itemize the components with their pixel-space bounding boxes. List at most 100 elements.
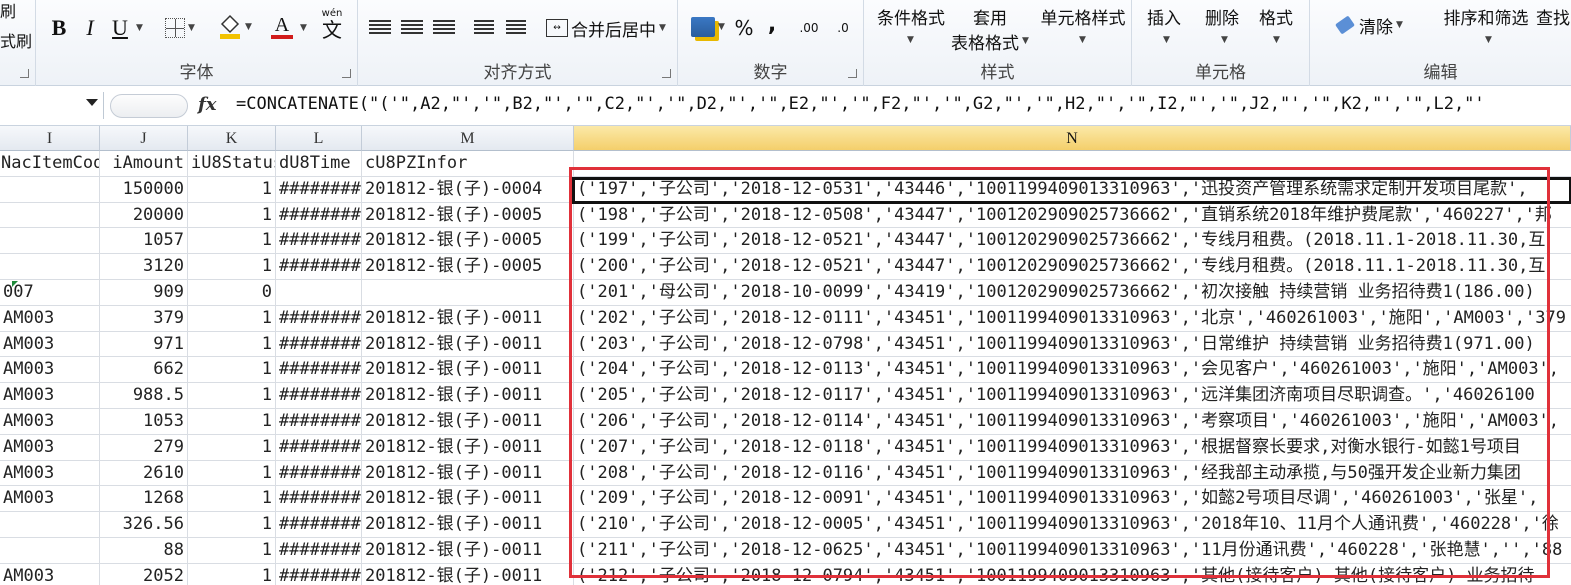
cell-pz-info[interactable]: 201812-银(子)-0011	[362, 305, 574, 332]
cell-item-code[interactable]: AM003	[0, 305, 100, 332]
decrease-indent-button[interactable]	[470, 16, 498, 40]
cell-time[interactable]: ########	[276, 383, 362, 409]
cell-item-code[interactable]	[0, 538, 100, 564]
cell-concat[interactable]: ('204','子公司','2018-12-0113','43451','100…	[574, 357, 1571, 384]
underline-button[interactable]: U	[108, 14, 132, 42]
header-cell-status[interactable]: iU8Status	[188, 151, 276, 177]
percent-button[interactable]: %	[732, 14, 756, 42]
cell-pz-info[interactable]: 201812-银(子)-0011	[362, 331, 574, 358]
format-button[interactable]: 格式	[1252, 4, 1300, 29]
fill-color-button[interactable]: ▼	[214, 12, 256, 42]
italic-button[interactable]: I	[78, 14, 102, 42]
cell-time[interactable]: ########	[276, 202, 362, 229]
header-cell-amount[interactable]: iAmount	[100, 151, 188, 177]
cell-status[interactable]: 1	[188, 460, 276, 487]
comma-style-button[interactable]: ,	[762, 10, 782, 38]
cell-status[interactable]: 1	[188, 409, 276, 435]
cell-amount[interactable]: 20000	[100, 202, 188, 229]
cell-pz-info[interactable]: 201812-银(子)-0011	[362, 538, 574, 564]
cell-pz-info[interactable]: 201812-银(子)-0011	[362, 434, 574, 461]
cell-time[interactable]: ########	[276, 305, 362, 332]
cell-pz-info[interactable]: 201812-银(子)-0005	[362, 202, 574, 229]
cell-time[interactable]: ########	[276, 357, 362, 384]
formula-expand-handle[interactable]	[110, 94, 188, 118]
find-select-button[interactable]: 查找	[1536, 4, 1571, 29]
column-header-J[interactable]: J	[100, 126, 188, 151]
cell-status[interactable]: 1	[188, 228, 276, 255]
cell-amount[interactable]: 88	[100, 538, 188, 564]
cell-concat[interactable]: ('205','子公司','2018-12-0117','43451','100…	[574, 383, 1571, 409]
align-right-button[interactable]	[430, 16, 458, 40]
cell-concat[interactable]: ('203','子公司','2018-12-0798','43451','100…	[574, 332, 1571, 358]
cell-item-code[interactable]: AM003	[0, 409, 100, 435]
cell-time[interactable]: ########	[276, 228, 362, 255]
column-header-K[interactable]: K	[188, 126, 276, 151]
column-header-I[interactable]: I	[0, 126, 100, 151]
cell-amount[interactable]: 1057	[100, 228, 188, 255]
cell-pz-info[interactable]: 201812-银(子)-0011	[362, 563, 574, 585]
clear-button[interactable]: 清除 ▼	[1322, 12, 1418, 38]
border-button[interactable]: ▼	[162, 16, 198, 40]
cell-concat[interactable]: ('212','子公司','2018-12-0794','43451','100…	[574, 564, 1571, 585]
cell-pz-info[interactable]: 201812-银(子)-0011	[362, 357, 574, 384]
align-center-button[interactable]	[398, 16, 426, 40]
cell-pz-info[interactable]	[362, 280, 574, 306]
cell-amount[interactable]: 150000	[100, 176, 188, 203]
cell-pz-info[interactable]: 201812-银(子)-0005	[362, 254, 574, 280]
merge-center-button[interactable]: ↔ 合并后居中 ▼	[538, 14, 674, 42]
cell-amount[interactable]: 1268	[100, 486, 188, 513]
clipboard-launcher-icon[interactable]	[20, 69, 29, 78]
cell-item-code[interactable]: AM003	[0, 331, 100, 358]
insert-function-icon[interactable]: fx	[198, 94, 216, 115]
cell-status[interactable]: 1	[188, 563, 276, 585]
cell-concat[interactable]: ('209','子公司','2018-12-0091','43451','100…	[574, 486, 1571, 513]
cell-time[interactable]: ########	[276, 434, 362, 461]
cell-concat[interactable]: ('208','子公司','2018-12-0116','43451','100…	[574, 461, 1571, 487]
cell-status[interactable]: 1	[188, 331, 276, 358]
cell-time[interactable]	[276, 280, 362, 306]
cell-item-code[interactable]: AM003	[0, 460, 100, 487]
font-color-dropdown-icon[interactable]: ▼	[296, 22, 308, 34]
delete-button[interactable]: 删除	[1198, 4, 1246, 29]
cell-status[interactable]: 1	[188, 176, 276, 203]
cell-styles-dropdown-icon[interactable]: ▼	[1074, 34, 1088, 46]
cell-time[interactable]: ########	[276, 512, 362, 538]
column-header-M[interactable]: M	[362, 126, 574, 151]
cell-status[interactable]: 1	[188, 305, 276, 332]
phonetic-button[interactable]: wén 文	[312, 8, 352, 42]
cell-time[interactable]: ########	[276, 460, 362, 487]
cell-amount[interactable]: 326.56	[100, 512, 188, 538]
cell-item-code[interactable]	[0, 176, 100, 203]
cell-pz-info[interactable]: 201812-银(子)-0011	[362, 383, 574, 409]
sort-filter-button[interactable]: 排序和筛选	[1438, 4, 1534, 29]
conditional-format-button[interactable]: 条件格式	[868, 4, 954, 29]
underline-dropdown-icon[interactable]: ▼	[132, 22, 144, 34]
cell-status[interactable]: 1	[188, 254, 276, 280]
name-box-dropdown-icon[interactable]	[86, 99, 98, 106]
number-launcher-icon[interactable]	[848, 69, 857, 78]
increase-indent-button[interactable]	[502, 16, 530, 40]
cell-amount[interactable]: 279	[100, 434, 188, 461]
cell-time[interactable]: ########	[276, 176, 362, 203]
cell-item-code[interactable]: AM003	[0, 383, 100, 409]
cell-item-code[interactable]	[0, 228, 100, 255]
header-cell-item-code[interactable]: NacItemCode	[0, 151, 100, 177]
cell-item-code[interactable]: AM003	[0, 434, 100, 461]
cell-item-code[interactable]	[0, 254, 100, 280]
conditional-format-dropdown-icon[interactable]: ▼	[902, 34, 916, 46]
accounting-format-button[interactable]: ▼	[686, 12, 730, 42]
cell-pz-info[interactable]: 201812-银(子)-0011	[362, 409, 574, 435]
sort-filter-dropdown-icon[interactable]: ▼	[1480, 34, 1494, 46]
cell-amount[interactable]: 1053	[100, 409, 188, 435]
cell-time[interactable]: ########	[276, 538, 362, 564]
cell-status[interactable]: 1	[188, 538, 276, 564]
format-dropdown-icon[interactable]: ▼	[1268, 34, 1282, 46]
cell-status[interactable]: 0	[188, 280, 276, 306]
cell-time[interactable]: ########	[276, 409, 362, 435]
align-left-button[interactable]	[366, 16, 394, 40]
cell-time[interactable]: ########	[276, 331, 362, 358]
cell-item-code[interactable]: AM003	[0, 357, 100, 384]
format-painter-button[interactable]: 式刷	[0, 30, 32, 51]
cell-amount[interactable]: 2052	[100, 563, 188, 585]
cell-amount[interactable]: 662	[100, 357, 188, 384]
